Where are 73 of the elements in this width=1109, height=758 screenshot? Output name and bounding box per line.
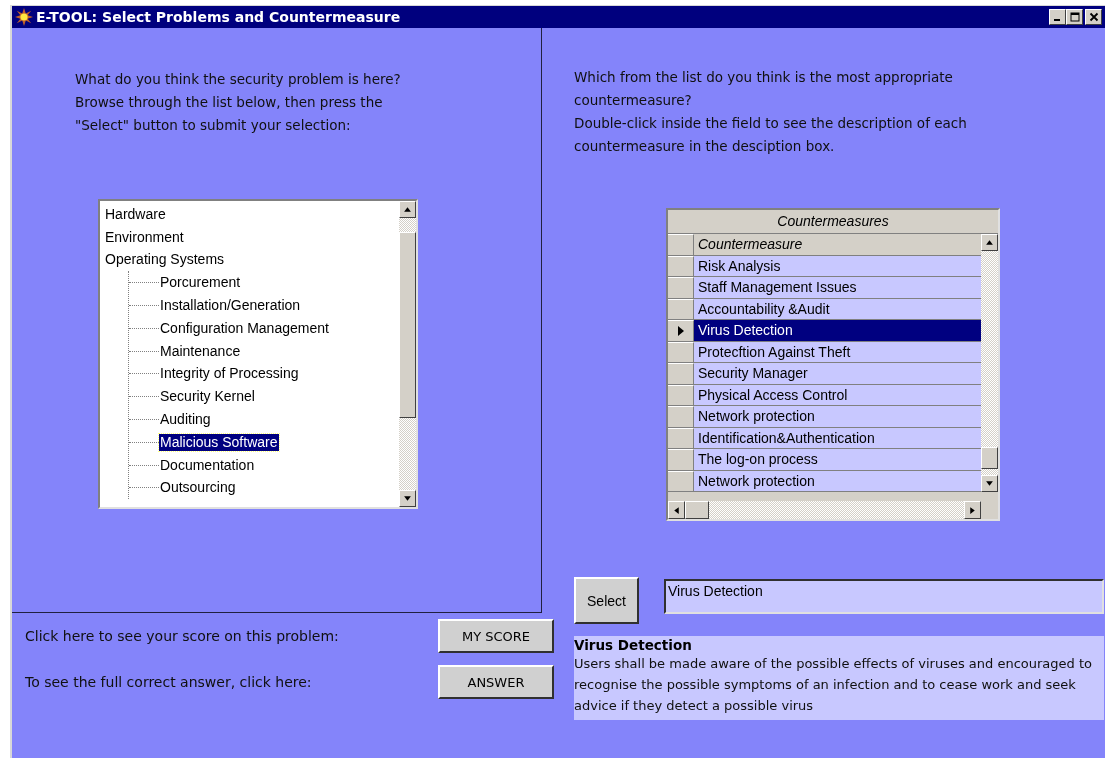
table-cell[interactable]: The log-on process (694, 449, 981, 470)
answer-button[interactable]: ANSWER (438, 665, 554, 699)
select-button[interactable]: Select (574, 577, 639, 624)
vertical-scrollbar[interactable] (981, 234, 998, 492)
table-cell[interactable]: Staff Management Issues (694, 277, 981, 298)
tree-item[interactable]: Security Kernel (159, 388, 256, 406)
row-selector[interactable] (668, 320, 694, 341)
tree-connector (129, 487, 159, 489)
right-arrow-icon (968, 505, 977, 515)
instruction-text: countermeasure? (574, 91, 692, 110)
tree-item[interactable]: Outsourcing (159, 479, 237, 497)
sun-icon (15, 8, 33, 26)
scroll-left-button[interactable] (668, 501, 685, 519)
scroll-down-button[interactable] (399, 490, 416, 507)
window-title: E-TOOL: Select Problems and Countermeasure (36, 9, 402, 25)
left-arrow-icon (672, 505, 681, 515)
close-icon (1088, 12, 1099, 22)
table-cell[interactable]: Physical Access Control (694, 384, 981, 405)
maximize-button[interactable] (1066, 9, 1083, 25)
up-arrow-icon (403, 205, 412, 214)
tree-connector (129, 350, 159, 352)
instruction-text: What do you think the security problem is here? (75, 70, 401, 89)
tree-item[interactable]: Documentation (159, 456, 256, 474)
table-cell[interactable]: Risk Analysis (694, 255, 981, 276)
tree-item[interactable]: Auditing (159, 411, 212, 429)
tree-item[interactable]: Integrity of Processing (159, 365, 300, 383)
scroll-right-button[interactable] (964, 501, 981, 519)
tree-connector (129, 305, 159, 307)
instruction-text: "Select" button to submit your selection: (75, 116, 351, 135)
table-cell[interactable]: Network protection (694, 470, 981, 491)
minimize-button[interactable] (1049, 9, 1066, 25)
instruction-text: Which from the list do you think is the most appropriate (574, 68, 953, 87)
scroll-thumb[interactable] (685, 501, 709, 519)
minimize-icon (1053, 19, 1060, 21)
current-row-icon (676, 324, 685, 337)
tree-connector (129, 419, 159, 421)
horizontal-scrollbar[interactable] (668, 501, 981, 519)
tree-connector (129, 373, 159, 375)
tree-connector (129, 464, 159, 466)
scroll-up-button[interactable] (399, 201, 416, 218)
tree-item[interactable]: Installation/Generation (159, 297, 302, 315)
instruction-text: countermeasure in the desciption box. (574, 137, 835, 156)
table-cell[interactable]: Virus Detection (694, 320, 981, 341)
table-cell[interactable]: Identification&Authentication (694, 427, 981, 448)
table-cell[interactable]: Accountability &Audit (694, 298, 981, 319)
maximize-icon (1069, 12, 1080, 22)
down-arrow-icon (985, 479, 994, 488)
instruction-text: Browse through the list below, then press the (75, 93, 383, 112)
description-title: Virus Detection (574, 637, 693, 653)
tree-item[interactable]: Configuration Management (159, 319, 330, 337)
instruction-text: Double-click inside the field to see the description of each (574, 114, 967, 133)
up-arrow-icon (985, 238, 994, 247)
scroll-down-button[interactable] (981, 475, 998, 492)
close-button[interactable] (1085, 9, 1102, 25)
scroll-thumb[interactable] (981, 447, 998, 469)
vertical-scrollbar[interactable] (399, 201, 416, 507)
tree-item[interactable]: Malicious Software (159, 433, 279, 451)
selection-field[interactable]: Virus Detection (664, 579, 1104, 614)
tree-item[interactable]: Porcurement (159, 274, 242, 292)
scroll-thumb[interactable] (399, 232, 416, 418)
tree-item[interactable]: Environment (104, 228, 185, 246)
my-score-button[interactable]: MY SCORE (438, 619, 554, 653)
answer-prompt: To see the full correct answer, click here: (25, 674, 312, 690)
table-cell[interactable]: Security Manager (694, 363, 981, 384)
scroll-up-button[interactable] (981, 234, 998, 251)
table-cell[interactable]: Protecftion Against Theft (694, 341, 981, 362)
tree-item[interactable]: Operating Systems (104, 251, 226, 269)
table-cell[interactable]: Network protection (694, 406, 981, 427)
tree-item[interactable]: Hardware (104, 205, 167, 223)
tree-item[interactable]: Maintenance (159, 342, 242, 360)
down-arrow-icon (403, 494, 412, 503)
description-text: Users shall be made aware of the possible effects of viruses and encouraged to recognise the possible symptoms of an infection and to cease work and seek advice if they detect a possible virus (574, 655, 1093, 715)
score-prompt: Click here to see your score on this problem: (25, 628, 339, 644)
